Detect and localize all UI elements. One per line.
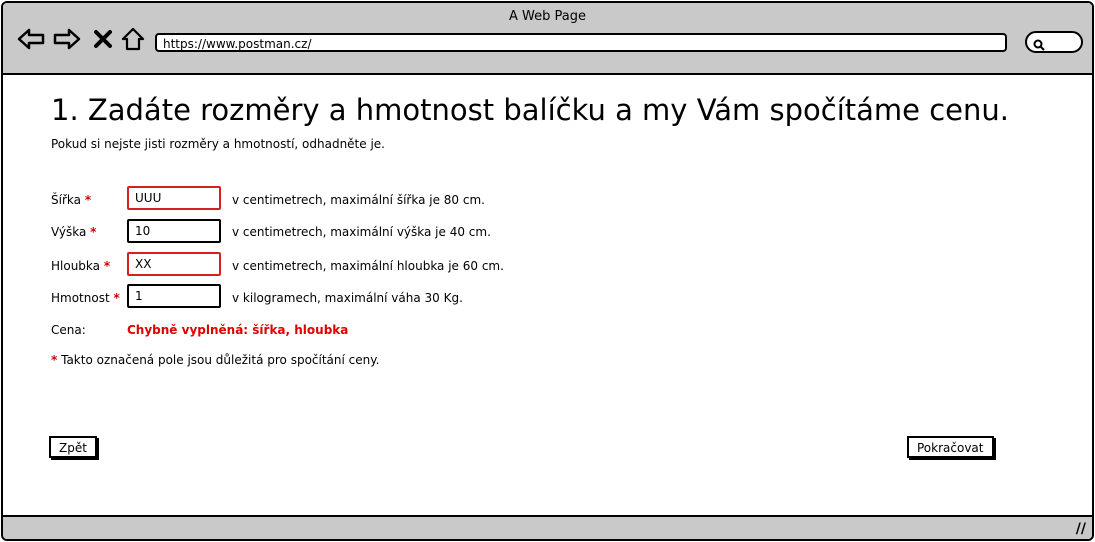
depth-hint: v centimetrech, maximální hloubka je 60 … bbox=[232, 259, 504, 273]
page-title: 1. Zadáte rozměry a hmotnost balíčku a m… bbox=[51, 93, 1009, 127]
required-mark: * bbox=[51, 353, 58, 367]
height-field[interactable] bbox=[127, 219, 221, 243]
depth-field[interactable] bbox=[127, 252, 221, 276]
weight-hint: v kilogramech, maximální váha 30 Kg. bbox=[232, 291, 463, 305]
required-note: * Takto označená pole jsou důležitá pro … bbox=[51, 353, 380, 367]
close-icon[interactable] bbox=[89, 25, 117, 53]
search-icon bbox=[1033, 36, 1045, 55]
height-hint: v centimetrech, maximální výška je 40 cm… bbox=[232, 225, 491, 239]
required-mark: * bbox=[113, 291, 120, 305]
browser-statusbar: // bbox=[3, 515, 1092, 539]
window-title: A Web Page bbox=[509, 9, 586, 24]
width-field[interactable] bbox=[127, 186, 221, 210]
browser-titlebar: A Web Page https://www.postman.cz/ bbox=[3, 3, 1092, 75]
browser-search-box[interactable] bbox=[1025, 31, 1083, 53]
width-label: Šířka * bbox=[51, 193, 92, 207]
weight-label: Hmotnost * bbox=[51, 291, 120, 305]
page-subtitle: Pokud si nejste jisti rozměry a hmotnost… bbox=[51, 137, 385, 151]
back-button[interactable]: Zpět bbox=[49, 436, 97, 458]
width-hint: v centimetrech, maximální šířka je 80 cm… bbox=[232, 193, 485, 207]
depth-label: Hloubka * bbox=[51, 259, 111, 273]
url-bar[interactable]: https://www.postman.cz/ bbox=[155, 33, 1007, 52]
required-mark: * bbox=[103, 259, 111, 273]
browser-window: A Web Page https://www.postman.cz/ 1. Za… bbox=[1, 1, 1094, 541]
forward-icon[interactable] bbox=[53, 25, 81, 53]
price-label: Cena: bbox=[51, 323, 86, 337]
resize-grip-icon[interactable]: // bbox=[1076, 521, 1086, 537]
required-mark: * bbox=[84, 193, 92, 207]
price-error: Chybně vyplněná: šířka, hloubka bbox=[127, 323, 349, 337]
required-mark: * bbox=[90, 225, 97, 239]
back-icon[interactable] bbox=[17, 25, 45, 53]
height-label: Výška * bbox=[51, 225, 97, 239]
home-icon[interactable] bbox=[119, 25, 147, 53]
weight-field[interactable] bbox=[127, 284, 221, 308]
continue-button[interactable]: Pokračovat bbox=[907, 436, 994, 458]
